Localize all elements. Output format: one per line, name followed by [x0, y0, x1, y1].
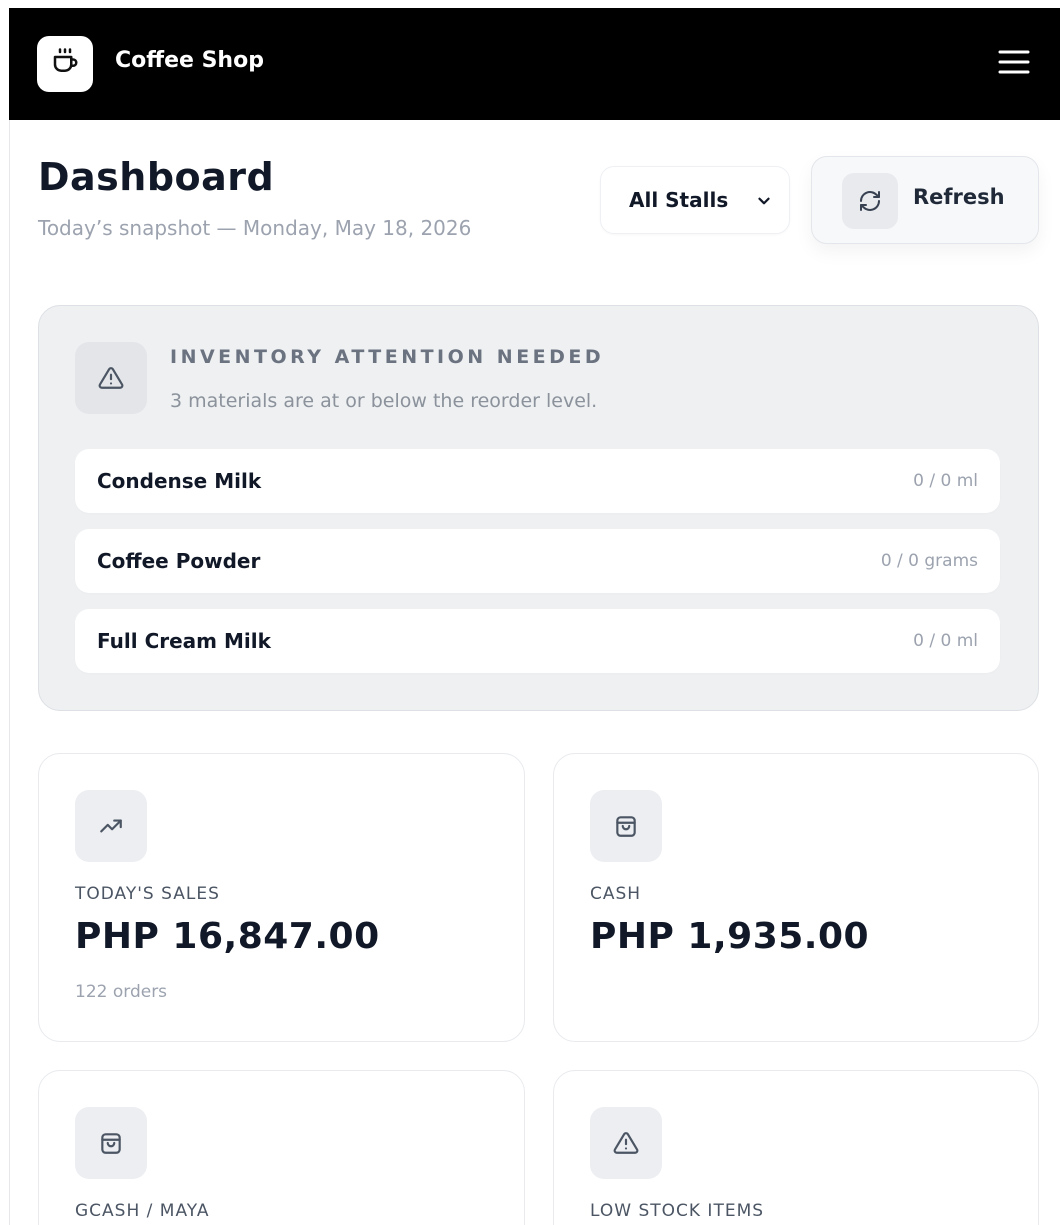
- refresh-icon: [842, 173, 898, 229]
- stat-label: CASH: [590, 884, 642, 904]
- warning-icon: [75, 342, 147, 414]
- refresh-label: Refresh: [913, 185, 1005, 209]
- app-title: Coffee Shop: [115, 48, 264, 73]
- top-navigation-bar: Coffee Shop: [9, 8, 1060, 120]
- top-margin: [0, 0, 1060, 8]
- material-row[interactable]: Coffee Powder 0 / 0 grams: [75, 529, 1000, 593]
- shopping-bag-icon: [590, 790, 662, 862]
- stat-card-todays-sales: TODAY'S SALES PHP 16,847.00 122 orders: [38, 753, 525, 1042]
- material-row[interactable]: Full Cream Milk 0 / 0 ml: [75, 609, 1000, 673]
- shopping-bag-icon: [75, 1107, 147, 1179]
- left-margin: [0, 0, 9, 1225]
- stat-label: GCASH / MAYA: [75, 1201, 210, 1221]
- stall-filter-value: All Stalls: [629, 188, 729, 212]
- trending-up-icon: [75, 790, 147, 862]
- stat-label: TODAY'S SALES: [75, 884, 220, 904]
- warning-icon: [590, 1107, 662, 1179]
- stat-label: LOW STOCK ITEMS: [590, 1201, 765, 1221]
- stall-filter-select[interactable]: All Stalls: [600, 166, 790, 234]
- chevron-down-icon: [755, 191, 773, 215]
- stat-value: PHP 1,935.00: [590, 916, 870, 957]
- page-subtitle: Today’s snapshot — Monday, May 18, 2026: [38, 216, 472, 240]
- material-name: Coffee Powder: [97, 549, 261, 573]
- stat-card-gcash-maya: GCASH / MAYA: [38, 1070, 525, 1225]
- stat-card-low-stock: LOW STOCK ITEMS: [553, 1070, 1039, 1225]
- main-content: Dashboard Today’s snapshot — Monday, May…: [9, 120, 1060, 1225]
- app-logo[interactable]: [37, 36, 93, 92]
- stat-card-cash: CASH PHP 1,935.00: [553, 753, 1039, 1042]
- material-name: Full Cream Milk: [97, 629, 271, 653]
- material-name: Condense Milk: [97, 469, 262, 493]
- material-row[interactable]: Condense Milk 0 / 0 ml: [75, 449, 1000, 513]
- page-title: Dashboard: [38, 155, 275, 199]
- hamburger-menu-icon: [997, 48, 1031, 80]
- material-quantity: 0 / 0 ml: [913, 471, 978, 491]
- material-quantity: 0 / 0 ml: [913, 631, 978, 651]
- alert-title: INVENTORY ATTENTION NEEDED: [170, 346, 605, 368]
- inventory-alert-panel: INVENTORY ATTENTION NEEDED 3 materials a…: [38, 305, 1039, 711]
- alert-message: 3 materials are at or below the reorder …: [170, 390, 598, 412]
- menu-button[interactable]: [996, 46, 1032, 82]
- material-quantity: 0 / 0 grams: [880, 551, 978, 571]
- stat-value: PHP 16,847.00: [75, 916, 380, 957]
- stat-note: 122 orders: [75, 982, 168, 1002]
- coffee-cup-icon: [50, 47, 80, 81]
- refresh-button[interactable]: Refresh: [811, 156, 1039, 244]
